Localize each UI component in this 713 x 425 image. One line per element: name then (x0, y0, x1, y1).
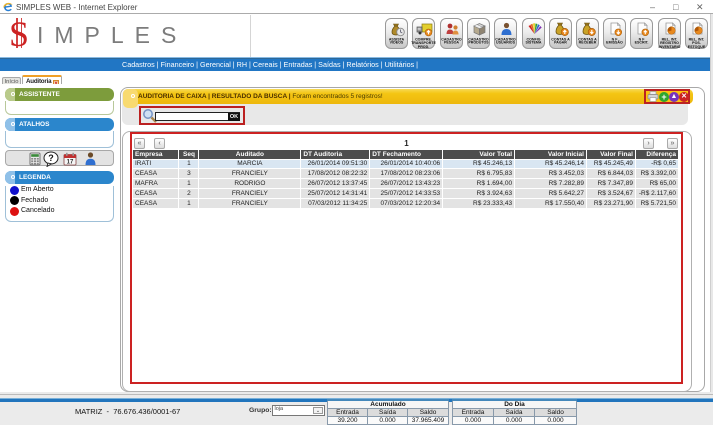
svg-text:?: ? (48, 153, 54, 163)
svg-text:17: 17 (67, 160, 74, 166)
